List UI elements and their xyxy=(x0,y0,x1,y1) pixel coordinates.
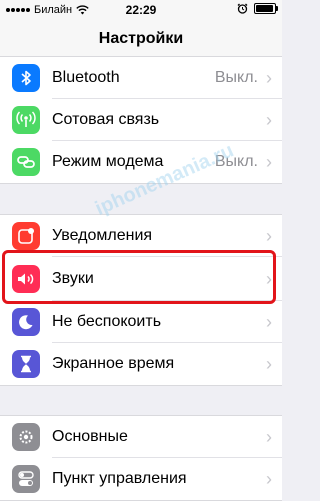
settings-row-bluetooth[interactable]: Bluetooth Выкл. › xyxy=(0,57,282,99)
row-label: Пункт управления xyxy=(52,470,187,487)
chevron-right-icon: › xyxy=(266,427,272,447)
hourglass-icon xyxy=(12,350,40,378)
settings-row-general[interactable]: Основные › xyxy=(0,416,282,458)
battery-level-fill xyxy=(256,5,273,12)
chevron-right-icon: › xyxy=(266,469,272,489)
settings-group-notifications: Уведомления › Звуки › Не беспокоить › Эк… xyxy=(0,214,282,386)
row-label: Экранное время xyxy=(52,355,175,372)
row-label: Сотовая связь xyxy=(52,111,160,128)
chevron-right-icon: › xyxy=(266,354,272,374)
settings-row-cellular[interactable]: Сотовая связь › xyxy=(0,99,282,141)
navigation-bar: Настройки xyxy=(0,20,282,59)
settings-row-sounds[interactable]: Звуки › xyxy=(0,257,282,301)
cellular-antenna-icon xyxy=(12,106,40,134)
settings-row-control-center[interactable]: Пункт управления › xyxy=(0,458,282,500)
notifications-icon xyxy=(12,222,40,250)
row-label: Не беспокоить xyxy=(52,313,162,330)
chevron-right-icon: › xyxy=(266,152,272,172)
gear-icon xyxy=(12,423,40,451)
row-label: Звуки xyxy=(52,270,94,287)
settings-row-screen-time[interactable]: Экранное время › xyxy=(0,343,282,385)
status-bar: Билайн 22:29 xyxy=(0,0,282,20)
battery-icon xyxy=(254,3,278,14)
moon-icon xyxy=(12,308,40,336)
settings-row-hotspot[interactable]: Режим модема Выкл. › xyxy=(0,141,282,183)
page-title: Настройки xyxy=(98,30,184,47)
hotspot-chain-icon xyxy=(12,148,40,176)
chevron-right-icon: › xyxy=(266,312,272,332)
settings-row-notifications[interactable]: Уведомления › xyxy=(0,215,282,257)
speaker-icon xyxy=(12,265,40,293)
settings-group-general: Основные › Пункт управления › xyxy=(0,415,282,501)
settings-group-connectivity: Bluetooth Выкл. › Сотовая связь › Режим … xyxy=(0,56,282,184)
row-value: Выкл. xyxy=(214,69,258,86)
row-label: Режим модема xyxy=(52,153,164,170)
chevron-right-icon: › xyxy=(266,226,272,246)
chevron-right-icon: › xyxy=(266,110,272,130)
settings-row-do-not-disturb[interactable]: Не беспокоить › xyxy=(0,301,282,343)
status-right xyxy=(237,3,278,14)
row-label: Bluetooth xyxy=(52,69,120,86)
toggles-icon xyxy=(12,465,40,493)
row-label: Основные xyxy=(52,428,128,445)
chevron-right-icon: › xyxy=(266,269,272,289)
chevron-right-icon: › xyxy=(266,68,272,88)
row-label: Уведомления xyxy=(52,227,153,244)
bluetooth-icon xyxy=(12,64,40,92)
alarm-clock-icon xyxy=(237,3,248,14)
